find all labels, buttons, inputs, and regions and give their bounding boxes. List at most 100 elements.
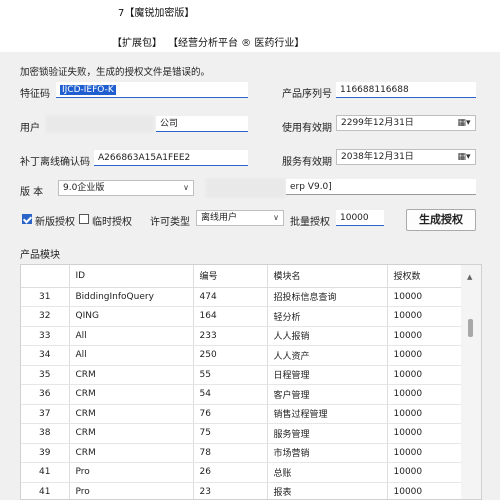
new-license-checkbox[interactable] — [22, 214, 32, 224]
expiry-date-picker[interactable]: 2299年12月31日 ▦▾ — [336, 115, 476, 131]
col-number[interactable]: 编号 — [193, 265, 268, 288]
row-id: CRM — [69, 365, 194, 385]
product-serial-field[interactable]: 116688116688 — [336, 82, 476, 98]
row-number: 233 — [193, 326, 268, 346]
row-module: 市场营销 — [267, 443, 388, 463]
chevron-down-icon: ∨ — [273, 213, 279, 222]
calendar-icon[interactable]: ▦▾ — [454, 151, 474, 163]
patch-code-field[interactable]: A266863A15A1FEE2 — [94, 150, 248, 166]
row-module: 日程管理 — [267, 365, 388, 385]
row-count: 10000 — [387, 482, 462, 499]
row-index: 34 — [21, 345, 70, 366]
modules-table: ID 编号 模块名 授权数 31 BiddingInfoQuery 474 招投标信息… — [20, 264, 482, 500]
row-id: All — [69, 326, 194, 346]
row-module: 人人报销 — [267, 326, 388, 346]
redacted-area — [206, 178, 286, 198]
temp-license-label: 临时授权 — [92, 217, 132, 228]
row-id: CRM — [69, 443, 194, 463]
tab-extension-pack[interactable]: 【扩展包】 — [112, 34, 162, 49]
feature-code-value: IJCD-IEFO-K — [60, 85, 116, 95]
row-number: 75 — [193, 423, 268, 444]
batch-license-label: 批量授权 — [290, 217, 330, 228]
product-modules-label: 产品模块 — [20, 250, 60, 261]
row-module: 人人资产 — [267, 345, 388, 366]
table-row[interactable]: 32 QING 164 轻分析 10000 — [21, 306, 462, 327]
row-count: 10000 — [387, 287, 462, 307]
row-count: 10000 — [387, 345, 462, 366]
temp-license-checkbox[interactable] — [79, 214, 89, 224]
expiry-value: 2299年12月31日 — [341, 118, 414, 128]
row-index: 32 — [21, 306, 70, 327]
version-select[interactable]: 9.0企业版 ∨ — [58, 180, 194, 196]
table-row[interactable]: 33 All 233 人人报销 10000 — [21, 326, 462, 346]
row-id: CRM — [69, 404, 194, 424]
table-row[interactable]: 39 CRM 78 市场营销 10000 — [21, 443, 462, 463]
service-date-picker[interactable]: 2038年12月31日 ▦▾ — [336, 149, 476, 165]
title-bar: 7【魔锐加密版】 — [0, 0, 500, 24]
row-number: 23 — [193, 482, 268, 499]
table-row[interactable]: 31 BiddingInfoQuery 474 招投标信息查询 10000 — [21, 287, 462, 307]
table-row[interactable]: 34 All 250 人人资产 10000 — [21, 345, 462, 366]
row-index: 33 — [21, 326, 70, 346]
row-id: CRM — [69, 423, 194, 444]
row-count: 10000 — [387, 462, 462, 483]
calendar-icon[interactable]: ▦▾ — [454, 117, 474, 129]
row-id: BiddingInfoQuery — [69, 287, 194, 307]
new-license-label: 新版授权 — [35, 217, 75, 228]
row-number: 474 — [193, 287, 268, 307]
row-index: 37 — [21, 404, 70, 424]
vertical-scrollbar[interactable]: ▲ — [461, 265, 481, 499]
feature-code-label: 特征码 — [20, 89, 50, 100]
redacted-area — [46, 115, 154, 133]
row-number: 78 — [193, 443, 268, 463]
user-field[interactable]: 公司 — [156, 116, 248, 132]
table-row[interactable]: 41 Pro 26 总账 10000 — [21, 462, 462, 483]
table-row[interactable]: 37 CRM 76 销售过程管理 10000 — [21, 404, 462, 424]
row-id: All — [69, 345, 194, 366]
version-label: 版 本 — [20, 187, 44, 198]
warning-message: 加密锁验证失败，生成的授权文件是错误的。 — [20, 67, 211, 78]
row-index: 31 — [21, 287, 70, 307]
version-value: 9.0企业版 — [63, 183, 105, 193]
col-id[interactable]: ID — [69, 265, 194, 288]
scroll-up-icon[interactable]: ▲ — [467, 273, 472, 281]
user-label: 用户 — [20, 123, 40, 134]
row-index: 38 — [21, 423, 70, 444]
table-row[interactable]: 38 CRM 75 服务管理 10000 — [21, 423, 462, 444]
row-module: 招投标信息查询 — [267, 287, 388, 307]
col-module-name[interactable]: 模块名 — [267, 265, 388, 288]
row-number: 54 — [193, 384, 268, 405]
row-number: 26 — [193, 462, 268, 483]
table-row[interactable]: 36 CRM 54 客户管理 10000 — [21, 384, 462, 405]
row-number: 76 — [193, 404, 268, 424]
license-type-label: 许可类型 — [150, 217, 190, 228]
patch-code-label: 补丁离线确认码 — [20, 157, 90, 168]
batch-license-field[interactable]: 10000 — [336, 210, 384, 226]
erp-field[interactable]: erp V9.0] — [286, 179, 476, 195]
license-type-select[interactable]: 离线用户 ∨ — [196, 210, 284, 226]
scroll-thumb[interactable] — [468, 319, 473, 337]
row-module: 销售过程管理 — [267, 404, 388, 424]
row-number: 250 — [193, 345, 268, 366]
generate-license-button[interactable]: 生成授权 — [406, 209, 476, 231]
table-row[interactable]: 35 CRM 55 日程管理 10000 — [21, 365, 462, 385]
window-title: 7【魔锐加密版】 — [118, 8, 195, 19]
row-module: 服务管理 — [267, 423, 388, 444]
service-expiry-label: 服务有效期 — [282, 157, 332, 168]
row-number: 55 — [193, 365, 268, 385]
row-module: 客户管理 — [267, 384, 388, 405]
feature-code-field[interactable]: IJCD-IEFO-K — [56, 82, 248, 98]
service-expiry-value: 2038年12月31日 — [341, 152, 414, 162]
col-index — [21, 265, 70, 288]
table-row[interactable]: 41 Pro 23 报表 10000 — [21, 482, 462, 499]
row-module: 报表 — [267, 482, 388, 499]
row-id: Pro — [69, 462, 194, 483]
row-id: Pro — [69, 482, 194, 499]
tab-business-analysis[interactable]: 【经营分析平台 ® 医药行业】 — [168, 34, 304, 49]
col-license-count[interactable]: 授权数 — [387, 265, 462, 288]
license-panel: 加密锁验证失败，生成的授权文件是错误的。 特征码 IJCD-IEFO-K 产品序… — [0, 52, 500, 500]
product-serial-label: 产品序列号 — [282, 89, 332, 100]
row-index: 41 — [21, 482, 70, 499]
row-index: 36 — [21, 384, 70, 405]
row-count: 10000 — [387, 423, 462, 444]
